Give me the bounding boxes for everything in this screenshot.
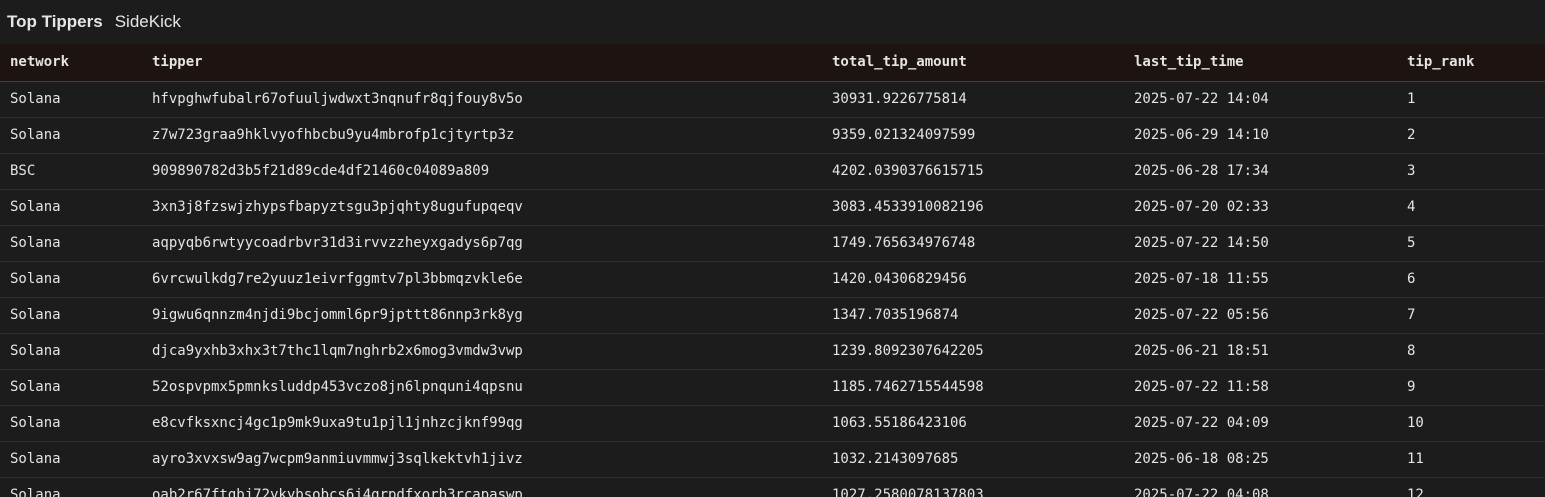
table-row[interactable]: BSC 909890782d3b5f21d89cde4df21460c04089a…: [0, 153, 1545, 189]
table-row[interactable]: Solana 6vrcwulkdg7re2yuuz1eivrfggmtv7pl3b…: [0, 261, 1545, 297]
cell-last-tip-time: 2025-06-28 17:34: [1134, 163, 1269, 179]
cell-last-tip-time: 2025-06-29 14:10: [1134, 127, 1269, 143]
table-row[interactable]: Solana 52ospvpmx5pmnksluddp453vczo8jn6lpn…: [0, 369, 1545, 405]
cell-tipper: ayro3xvxsw9ag7wcpm9anmiuvmmwj3sqlkektvh1…: [152, 451, 523, 467]
cell-last-tip-time: 2025-07-22 05:56: [1134, 307, 1269, 323]
cell-last-tip-time: 2025-07-22 14:50: [1134, 235, 1269, 251]
cell-total-tip-amount: 3083.4533910082196: [832, 199, 984, 215]
cell-tipper: 909890782d3b5f21d89cde4df21460c04089a809: [152, 163, 490, 179]
column-header-tip-rank[interactable]: tip_rank: [1397, 44, 1545, 82]
cell-network: BSC: [10, 163, 36, 179]
cell-last-tip-time: 2025-06-18 08:25: [1134, 451, 1269, 467]
cell-tipper: aqpyqb6rwtyycoadrbvr31d3irvvzzheyxgadys6…: [152, 235, 523, 251]
column-header-last-tip-time[interactable]: last_tip_time: [1124, 44, 1397, 82]
table-row[interactable]: Solana aqpyqb6rwtyycoadrbvr31d3irvvzzheyx…: [0, 225, 1545, 261]
cell-tip-rank: 7: [1407, 307, 1416, 323]
table-header-row: network tipper total_tip_amount last_tip…: [0, 44, 1545, 82]
cell-tipper: djca9yxhb3xhx3t7thc1lqm7nghrb2x6mog3vmdw…: [152, 343, 523, 359]
cell-tipper: z7w723graa9hklvyofhbcbu9yu4mbrofp1cjtyrt…: [152, 127, 515, 143]
cell-tipper: oab2r67ftgbj72ykybsobcs6j4grpdfxorb3rcap…: [152, 487, 523, 497]
table-row[interactable]: Solana e8cvfksxncj4gc1p9mk9uxa9tu1pjl1jnh…: [0, 405, 1545, 441]
cell-tipper: 52ospvpmx5pmnksluddp453vczo8jn6lpnquni4q…: [152, 379, 523, 395]
cell-last-tip-time: 2025-07-20 02:33: [1134, 199, 1269, 215]
cell-tip-rank: 1: [1407, 91, 1416, 107]
cell-network: Solana: [10, 199, 61, 215]
cell-last-tip-time: 2025-07-22 14:04: [1134, 91, 1269, 107]
cell-network: Solana: [10, 343, 61, 359]
cell-total-tip-amount: 4202.0390376615715: [832, 163, 984, 179]
cell-tipper: hfvpghwfubalr67ofuuljwdwxt3nqnufr8qjfouy…: [152, 91, 523, 107]
cell-network: Solana: [10, 451, 61, 467]
cell-network: Solana: [10, 415, 61, 431]
cell-total-tip-amount: 1420.04306829456: [832, 271, 967, 287]
cell-network: Solana: [10, 235, 61, 251]
cell-tip-rank: 2: [1407, 127, 1416, 143]
header-bar: Top Tippers SideKick: [0, 0, 1545, 44]
page-subtitle: SideKick: [114, 12, 181, 31]
cell-tip-rank: 12: [1407, 487, 1424, 497]
cell-network: Solana: [10, 487, 61, 497]
page-title: Top Tippers: [7, 12, 103, 31]
cell-total-tip-amount: 1347.7035196874: [832, 307, 959, 323]
data-table: network tipper total_tip_amount last_tip…: [0, 44, 1545, 497]
table-row[interactable]: Solana 3xn3j8fzswjzhypsfbapyztsgu3pjqhty8…: [0, 189, 1545, 225]
cell-network: Solana: [10, 127, 61, 143]
column-header-total-tip-amount[interactable]: total_tip_amount: [822, 44, 1124, 82]
cell-tip-rank: 4: [1407, 199, 1416, 215]
cell-tipper: 6vrcwulkdg7re2yuuz1eivrfggmtv7pl3bbmqzvk…: [152, 271, 523, 287]
app-window: Top Tippers SideKick network tipper tota…: [0, 0, 1545, 497]
cell-tip-rank: 5: [1407, 235, 1416, 251]
cell-last-tip-time: 2025-07-18 11:55: [1134, 271, 1269, 287]
table-row[interactable]: Solana ayro3xvxsw9ag7wcpm9anmiuvmmwj3sqlk…: [0, 441, 1545, 477]
cell-last-tip-time: 2025-07-22 04:08: [1134, 487, 1269, 497]
table-body: Solana hfvpghwfubalr67ofuuljwdwxt3nqnufr8…: [0, 81, 1545, 497]
table-row[interactable]: Solana 9igwu6qnnzm4njdi9bcjomml6pr9jpttt8…: [0, 297, 1545, 333]
cell-total-tip-amount: 30931.9226775814: [832, 91, 967, 107]
column-header-network[interactable]: network: [0, 44, 142, 82]
cell-last-tip-time: 2025-07-22 11:58: [1134, 379, 1269, 395]
cell-total-tip-amount: 1185.7462715544598: [832, 379, 984, 395]
cell-network: Solana: [10, 307, 61, 323]
table-row[interactable]: Solana hfvpghwfubalr67ofuuljwdwxt3nqnufr8…: [0, 81, 1545, 117]
column-header-tipper[interactable]: tipper: [142, 44, 822, 82]
cell-tip-rank: 6: [1407, 271, 1416, 287]
table-header: network tipper total_tip_amount last_tip…: [0, 44, 1545, 82]
cell-tip-rank: 8: [1407, 343, 1416, 359]
cell-total-tip-amount: 1032.2143097685: [832, 451, 959, 467]
cell-network: Solana: [10, 271, 61, 287]
cell-total-tip-amount: 1749.765634976748: [832, 235, 976, 251]
cell-tipper: e8cvfksxncj4gc1p9mk9uxa9tu1pjl1jnhzcjknf…: [152, 415, 523, 431]
table-row[interactable]: Solana oab2r67ftgbj72ykybsobcs6j4grpdfxor…: [0, 477, 1545, 497]
cell-total-tip-amount: 9359.021324097599: [832, 127, 976, 143]
cell-last-tip-time: 2025-07-22 04:09: [1134, 415, 1269, 431]
cell-tipper: 9igwu6qnnzm4njdi9bcjomml6pr9jpttt86nnp3r…: [152, 307, 523, 323]
cell-tip-rank: 9: [1407, 379, 1416, 395]
cell-tip-rank: 3: [1407, 163, 1416, 179]
cell-total-tip-amount: 1063.55186423106: [832, 415, 967, 431]
table-row[interactable]: Solana z7w723graa9hklvyofhbcbu9yu4mbrofp1…: [0, 117, 1545, 153]
cell-tip-rank: 10: [1407, 415, 1424, 431]
cell-total-tip-amount: 1027.2580078137803: [832, 487, 984, 497]
cell-total-tip-amount: 1239.8092307642205: [832, 343, 984, 359]
table-row[interactable]: Solana djca9yxhb3xhx3t7thc1lqm7nghrb2x6mo…: [0, 333, 1545, 369]
cell-network: Solana: [10, 91, 61, 107]
cell-network: Solana: [10, 379, 61, 395]
cell-tipper: 3xn3j8fzswjzhypsfbapyztsgu3pjqhty8ugufup…: [152, 199, 523, 215]
cell-tip-rank: 11: [1407, 451, 1424, 467]
cell-last-tip-time: 2025-06-21 18:51: [1134, 343, 1269, 359]
